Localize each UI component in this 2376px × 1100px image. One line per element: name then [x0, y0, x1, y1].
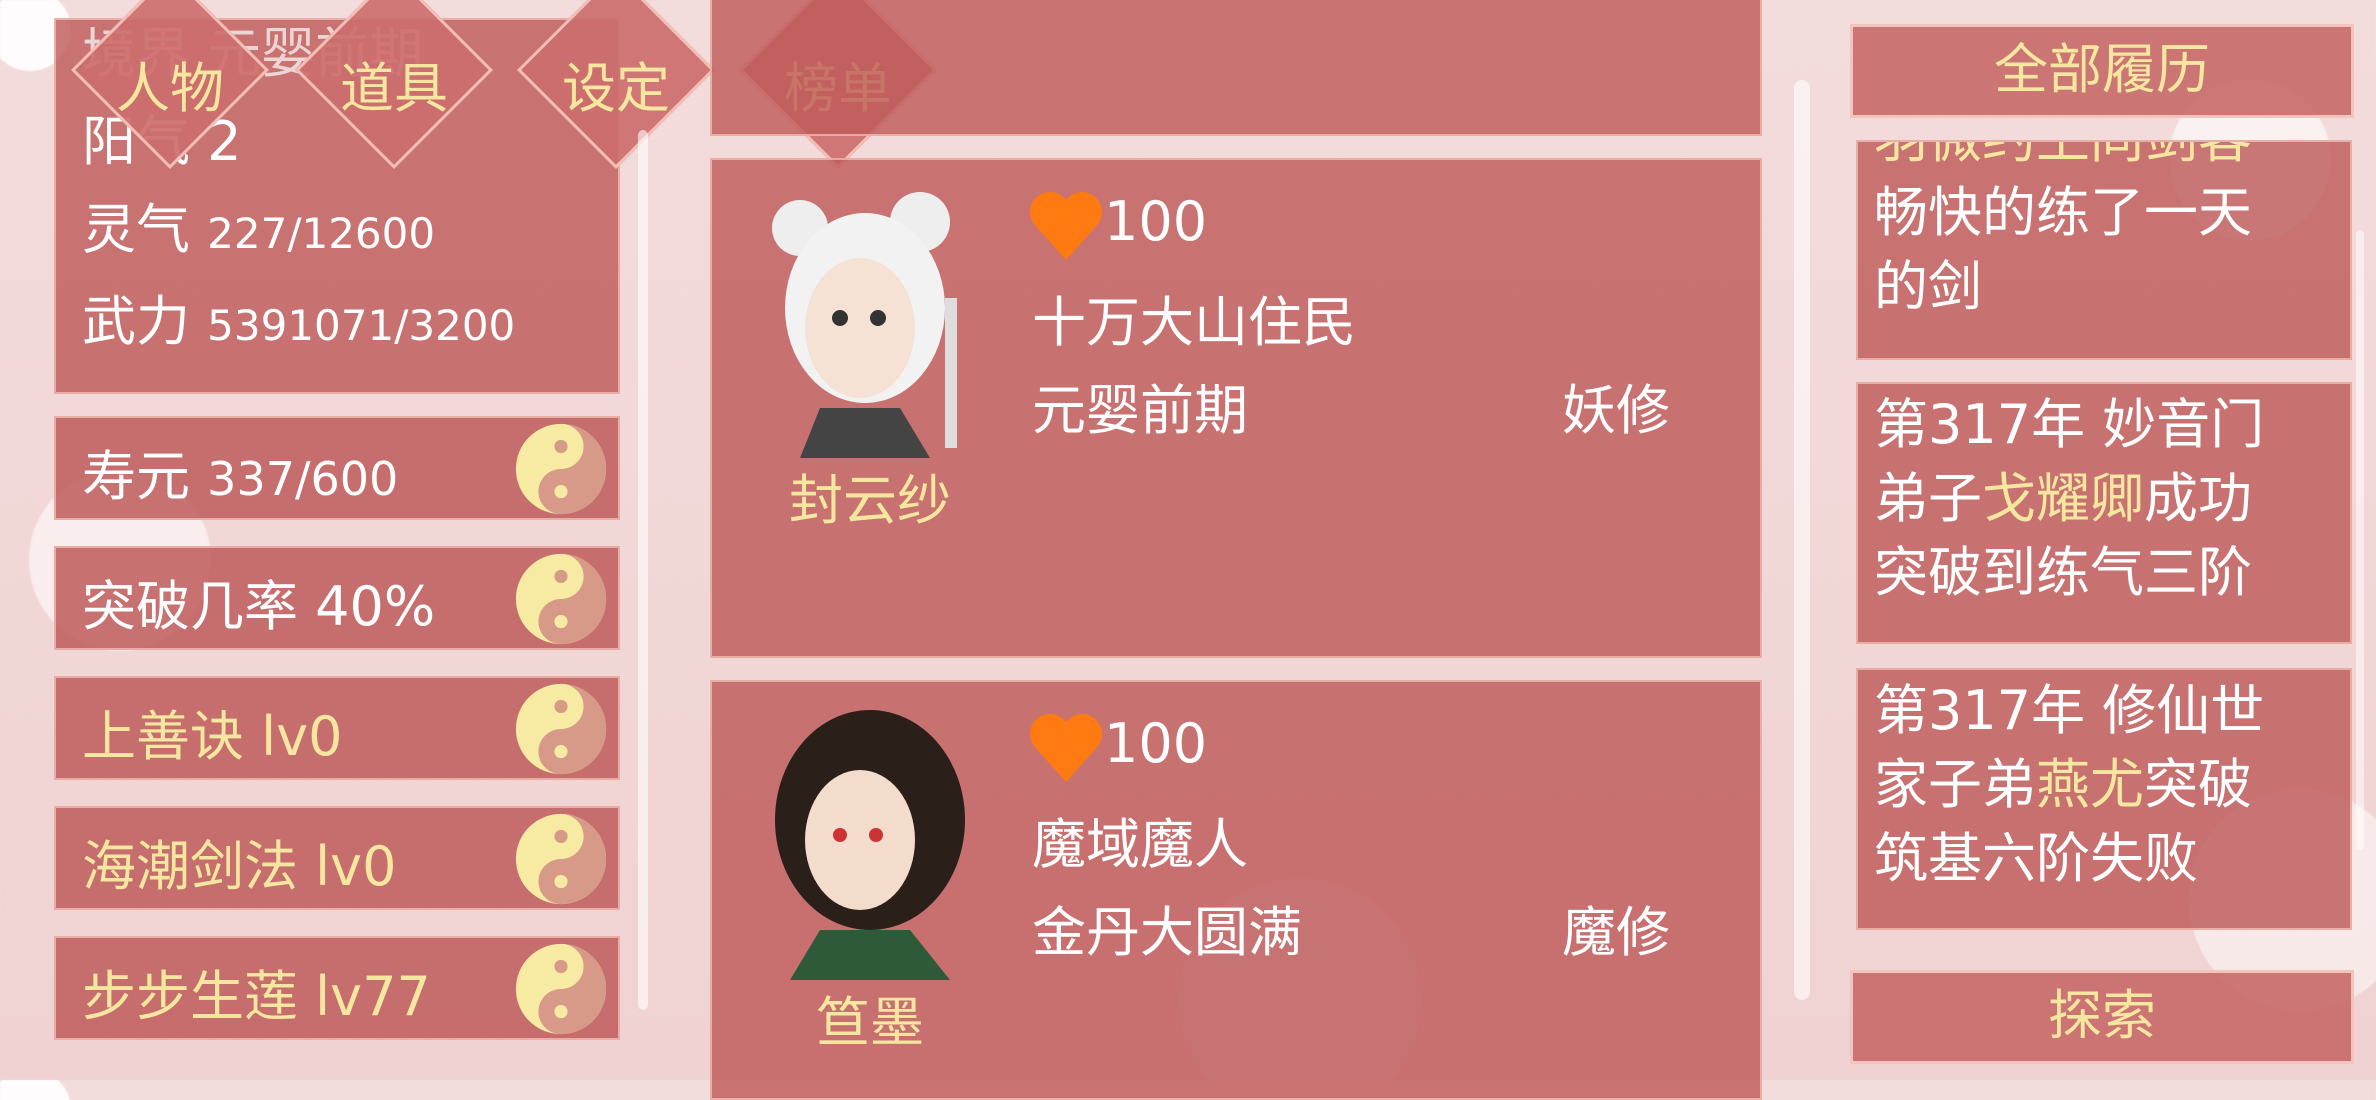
history-text: 家子弟燕尤突破 — [1874, 753, 2252, 816]
heart-icon — [1030, 714, 1102, 782]
character-origin: 魔域魔人 — [1032, 813, 1248, 876]
history-text: 的剑 — [1874, 255, 1982, 318]
skill-breakthrough[interactable]: 突破几率 40% — [54, 546, 620, 650]
history-text: 筑基六阶失败 — [1874, 827, 2198, 890]
stat-lingqi: 灵气 227/12600 — [82, 198, 436, 261]
yin-yang-icon[interactable] — [514, 812, 608, 906]
skill-label: 上善诀 lv0 — [82, 705, 343, 768]
history-text: 第317年 妙音门 — [1874, 393, 2265, 456]
history-text: 突破到练气三阶 — [1874, 541, 2252, 604]
history-highlight-name: 戈耀卿 — [1982, 467, 2144, 530]
middle-scrollbar[interactable] — [1794, 80, 1810, 1000]
history-entry: 羽微约上同剑客一 畅快的练了一天 的剑 — [1856, 140, 2352, 360]
character-name: 笪墨 — [816, 991, 924, 1054]
stat-wuli: 武力 5391071/3200 — [82, 290, 516, 353]
yin-yang-icon[interactable] — [514, 682, 608, 776]
history-entry: 第317年 修仙世 家子弟燕尤突破 筑基六阶失败 — [1856, 668, 2352, 930]
character-realm: 元婴前期 — [1032, 379, 1248, 442]
yin-yang-icon[interactable] — [514, 942, 608, 1036]
character-name: 封云纱 — [789, 469, 951, 532]
affection-value: 100 — [1104, 712, 1208, 775]
tab-label[interactable]: 人物 — [70, 44, 270, 123]
all-history-button[interactable]: 全部履历 — [1850, 24, 2354, 118]
character-portrait — [775, 710, 965, 980]
character-card[interactable]: 笪墨 100 魔域魔人 金丹大圆满 魔修 — [710, 680, 1762, 1100]
heart-icon — [1030, 192, 1102, 260]
history-text: 第317年 修仙世 — [1874, 679, 2265, 742]
history-highlight-name: 燕尤 — [2036, 753, 2144, 816]
history-text: 羽微约上同剑客一 — [1874, 142, 2350, 176]
explore-button[interactable]: 探索 — [1850, 970, 2354, 1064]
character-origin: 十万大山住民 — [1032, 291, 1356, 354]
yin-yang-icon[interactable] — [514, 552, 608, 646]
skill-shangshan[interactable]: 上善诀 lv0 — [54, 676, 620, 780]
affection-value: 100 — [1104, 190, 1208, 253]
tab-label[interactable]: 设定 — [516, 44, 716, 123]
skill-haichao[interactable]: 海潮剑法 lv0 — [54, 806, 620, 910]
skill-label: 寿元 337/600 — [82, 445, 399, 508]
history-scrollbar[interactable] — [2356, 230, 2364, 850]
skill-label: 海潮剑法 lv0 — [82, 835, 397, 898]
skill-label: 步步生莲 lv77 — [82, 965, 431, 1028]
character-type: 妖修 — [1562, 379, 1670, 442]
skill-label: 突破几率 40% — [82, 575, 436, 638]
character-card-partial[interactable] — [710, 0, 1762, 136]
history-text: 畅快的练了一天 — [1874, 181, 2252, 244]
left-scrollbar[interactable] — [638, 130, 648, 1010]
history-text: 弟子戈耀卿成功 — [1874, 467, 2252, 530]
character-type: 魔修 — [1562, 901, 1670, 964]
character-portrait — [772, 192, 957, 458]
character-realm: 金丹大圆满 — [1032, 901, 1302, 964]
skill-lifespan[interactable]: 寿元 337/600 — [54, 416, 620, 520]
character-card[interactable]: 封云纱 100 十万大山住民 元婴前期 妖修 — [710, 158, 1762, 658]
history-entry: 第317年 妙音门 弟子戈耀卿成功 突破到练气三阶 — [1856, 382, 2352, 644]
tab-label[interactable]: 道具 — [294, 44, 494, 123]
yin-yang-icon[interactable] — [514, 422, 608, 516]
skill-bubu[interactable]: 步步生莲 lv77 — [54, 936, 620, 1040]
